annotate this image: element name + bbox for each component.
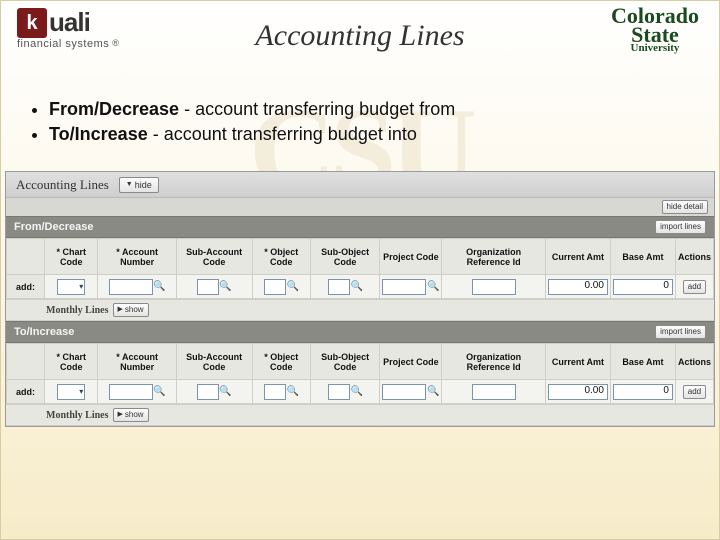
- col-org-ref-id: Organization Reference Id: [442, 239, 546, 275]
- search-icon[interactable]: 🔍: [154, 386, 166, 398]
- search-icon[interactable]: 🔍: [154, 281, 166, 293]
- search-icon[interactable]: 🔍: [351, 386, 363, 398]
- from-table: * Chart Code * Account Number Sub-Accoun…: [6, 238, 714, 299]
- panel-actions-top: hide detail: [6, 198, 714, 216]
- bullet-item: To/Increase - account transferring budge…: [49, 124, 689, 145]
- row-label-header: [7, 239, 45, 275]
- table-header-row: * Chart Code * Account Number Sub-Accoun…: [7, 239, 714, 275]
- col-project-code: Project Code: [380, 239, 442, 275]
- table-row: add: ▾ 🔍 🔍 🔍 🔍 🔍 0.00 0 add: [7, 275, 714, 299]
- search-icon[interactable]: 🔍: [287, 281, 299, 293]
- col-current-amt: Current Amt: [545, 344, 610, 380]
- sub-account-input[interactable]: [197, 279, 219, 295]
- col-object-code: * Object Code: [252, 344, 311, 380]
- header: k uali financial systems ® Accounting Li…: [1, 1, 719, 71]
- col-chart-code: * Chart Code: [45, 239, 98, 275]
- search-icon[interactable]: 🔍: [220, 386, 232, 398]
- col-object-code: * Object Code: [252, 239, 311, 275]
- org-ref-id-input[interactable]: [472, 384, 516, 400]
- section-title: To/Increase: [14, 326, 74, 338]
- panel-title: Accounting Lines: [6, 177, 119, 193]
- accounting-lines-panel: Accounting Lines ▼hide hide detail From/…: [5, 171, 715, 427]
- account-number-input[interactable]: [109, 384, 153, 400]
- project-code-input[interactable]: [382, 279, 426, 295]
- add-row-label: add:: [7, 275, 45, 299]
- chevron-down-icon: ▼: [126, 179, 133, 191]
- search-icon[interactable]: 🔍: [220, 281, 232, 293]
- section-title: From/Decrease: [14, 221, 94, 233]
- monthly-lines-label: Monthly Lines: [46, 410, 109, 421]
- sub-account-input[interactable]: [197, 384, 219, 400]
- search-icon[interactable]: 🔍: [427, 281, 439, 293]
- row-label-header: [7, 344, 45, 380]
- section-from-decrease: From/Decrease import lines: [6, 216, 714, 238]
- import-lines-button[interactable]: import lines: [655, 220, 706, 234]
- base-amt-input[interactable]: 0: [613, 384, 673, 400]
- chevron-right-icon: ▶: [118, 409, 123, 421]
- col-org-ref-id: Organization Reference Id: [442, 344, 546, 380]
- monthly-lines-bar: Monthly Lines ▶show: [6, 404, 714, 426]
- col-base-amt: Base Amt: [610, 239, 675, 275]
- col-account-number: * Account Number: [98, 344, 176, 380]
- bullet-list: From/Decrease - account transferring bud…: [31, 99, 689, 149]
- add-button[interactable]: add: [683, 385, 706, 399]
- monthly-lines-label: Monthly Lines: [46, 305, 109, 316]
- chevron-down-icon: ▾: [79, 282, 83, 291]
- table-row: add: ▾ 🔍 🔍 🔍 🔍 🔍 0.00 0 add: [7, 380, 714, 404]
- chart-code-select[interactable]: ▾: [57, 279, 85, 295]
- sub-object-input[interactable]: [328, 279, 350, 295]
- add-button[interactable]: add: [683, 280, 706, 294]
- to-table: * Chart Code * Account Number Sub-Accoun…: [6, 343, 714, 404]
- table-header-row: * Chart Code * Account Number Sub-Accoun…: [7, 344, 714, 380]
- base-amt-input[interactable]: 0: [613, 279, 673, 295]
- col-base-amt: Base Amt: [610, 344, 675, 380]
- col-sub-object: Sub-Object Code: [311, 239, 380, 275]
- col-actions: Actions: [675, 239, 713, 275]
- chevron-down-icon: ▾: [79, 387, 83, 396]
- col-actions: Actions: [675, 344, 713, 380]
- search-icon[interactable]: 🔍: [351, 281, 363, 293]
- current-amt-input[interactable]: 0.00: [548, 384, 608, 400]
- sub-object-input[interactable]: [328, 384, 350, 400]
- hide-detail-button[interactable]: hide detail: [662, 200, 708, 214]
- col-sub-object: Sub-Object Code: [311, 344, 380, 380]
- import-lines-button[interactable]: import lines: [655, 325, 706, 339]
- col-chart-code: * Chart Code: [45, 344, 98, 380]
- search-icon[interactable]: 🔍: [287, 386, 299, 398]
- chart-code-select[interactable]: ▾: [57, 384, 85, 400]
- section-to-increase: To/Increase import lines: [6, 321, 714, 343]
- col-project-code: Project Code: [380, 344, 442, 380]
- bullet-item: From/Decrease - account transferring bud…: [49, 99, 689, 120]
- hide-button[interactable]: ▼hide: [119, 177, 159, 193]
- csu-logo: Colorado State University: [611, 7, 699, 54]
- org-ref-id-input[interactable]: [472, 279, 516, 295]
- col-current-amt: Current Amt: [545, 239, 610, 275]
- current-amt-input[interactable]: 0.00: [548, 279, 608, 295]
- account-number-input[interactable]: [109, 279, 153, 295]
- col-account-number: * Account Number: [98, 239, 176, 275]
- panel-header: Accounting Lines ▼hide: [6, 172, 714, 198]
- col-sub-account: Sub-Account Code: [176, 344, 252, 380]
- project-code-input[interactable]: [382, 384, 426, 400]
- col-sub-account: Sub-Account Code: [176, 239, 252, 275]
- add-row-label: add:: [7, 380, 45, 404]
- monthly-lines-bar: Monthly Lines ▶show: [6, 299, 714, 321]
- chevron-right-icon: ▶: [118, 304, 123, 316]
- show-button[interactable]: ▶show: [113, 408, 149, 422]
- show-button[interactable]: ▶show: [113, 303, 149, 317]
- object-code-input[interactable]: [264, 384, 286, 400]
- slide: k uali financial systems ® Accounting Li…: [0, 0, 720, 540]
- search-icon[interactable]: 🔍: [427, 386, 439, 398]
- object-code-input[interactable]: [264, 279, 286, 295]
